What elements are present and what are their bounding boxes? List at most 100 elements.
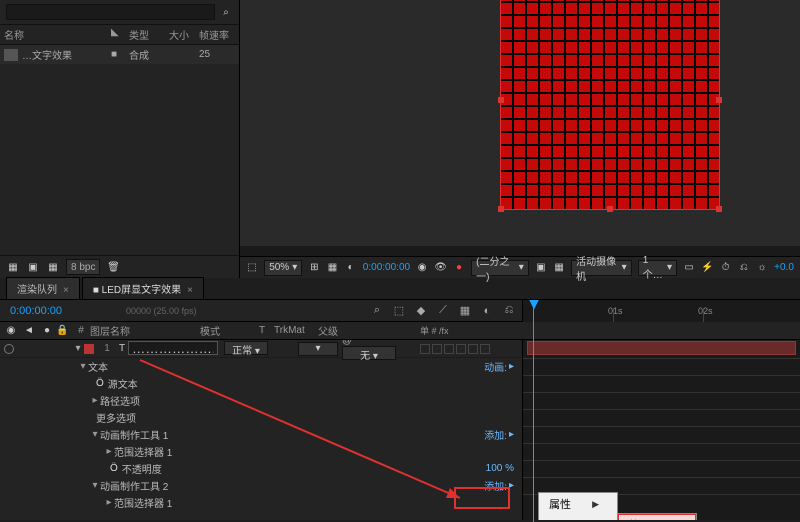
close-icon[interactable]: × — [187, 285, 193, 296]
col-parent[interactable]: 父级 — [318, 323, 378, 338]
show-snapshot-icon[interactable]: 👁 — [434, 261, 447, 275]
twirl-icon[interactable]: ▾ — [90, 429, 100, 440]
timeline-frame-info: 00000 (25.00 fps) — [126, 306, 197, 316]
layer-color-label[interactable] — [84, 344, 94, 354]
lock-column-icon[interactable]: 🔒 — [56, 325, 72, 336]
add-menu-button[interactable]: 添加:▸ — [484, 427, 522, 442]
pixel-aspect-icon[interactable]: ▭ — [683, 261, 695, 275]
time-ruler[interactable]: 01s 02s — [522, 300, 800, 322]
handle-mid-right[interactable] — [716, 97, 722, 103]
prop-opacity[interactable]: 不透明度 — [122, 461, 162, 476]
col-type[interactable]: 类型 — [129, 27, 169, 42]
frame-blend-icon[interactable]: ▦ — [458, 304, 472, 318]
prop-animator-2[interactable]: 动画制作工具 2 — [100, 478, 168, 493]
safe-zones-icon[interactable]: ⊞ — [308, 261, 320, 275]
search-icon[interactable]: ⌕ — [370, 304, 384, 318]
current-time-indicator[interactable] — [529, 300, 539, 310]
twirl-icon[interactable]: ▾ — [72, 343, 84, 354]
blend-mode-dropdown[interactable]: 正常 ▾ — [224, 341, 268, 355]
handle-bot-left[interactable] — [498, 206, 504, 212]
zoom-dropdown[interactable]: 50%▾ — [264, 260, 302, 276]
prop-text-group[interactable]: 文本 — [88, 359, 108, 374]
col-framerate[interactable]: 帧速率 — [199, 27, 235, 42]
add-menu-button-2[interactable]: 添加:▸ — [484, 478, 522, 493]
menu-item-property[interactable]: 属性▶ — [539, 493, 617, 515]
resolution-dropdown[interactable]: (二分之一)▾ — [471, 260, 529, 276]
close-icon[interactable]: × — [63, 285, 69, 296]
motion-blur-icon[interactable]: ◐ — [480, 304, 494, 318]
col-layer-name[interactable]: 图层名称 — [90, 323, 200, 338]
col-index[interactable]: # — [72, 325, 90, 336]
twirl-icon[interactable]: ▸ — [90, 395, 100, 406]
prop-path-options[interactable]: 路径选项 — [100, 393, 140, 408]
roi-icon[interactable]: ▣ — [535, 261, 547, 275]
prop-animator-1[interactable]: 动画制作工具 1 — [100, 427, 168, 442]
solo-column-icon[interactable]: ● — [40, 324, 54, 338]
twirl-icon[interactable]: ▸ — [104, 497, 114, 508]
views-dropdown[interactable]: 1个…▾ — [638, 260, 677, 276]
animate-menu-button[interactable]: 动画:▸ — [484, 359, 522, 374]
shy-icon[interactable]: ⟋ — [436, 304, 450, 318]
layer-duration-bar[interactable] — [527, 341, 796, 355]
bpc-button[interactable]: 8 bpc — [66, 259, 100, 275]
mask-toggle-icon[interactable]: ◐ — [345, 261, 357, 275]
viewer-scrollbar-h[interactable] — [240, 246, 800, 256]
timeline-icon[interactable]: ⏱ — [720, 261, 732, 275]
exposure-value[interactable]: +0.0 — [774, 262, 794, 273]
parent-dropdown[interactable]: 无 ▾ — [342, 346, 396, 360]
col-switches[interactable]: 单 # /fx — [420, 324, 522, 337]
timeline-timecode[interactable]: 0:00:00:00 — [0, 305, 130, 317]
interpret-icon[interactable]: ▦ — [6, 260, 20, 274]
audio-column-icon[interactable]: ◄ — [22, 324, 36, 338]
prop-source-text[interactable]: 源文本 — [108, 376, 138, 391]
layer-index: 1 — [98, 343, 116, 354]
channel-icon[interactable]: ● — [453, 261, 465, 275]
graph-editor-icon[interactable]: ⎌ — [502, 304, 516, 318]
menu-item-selector[interactable]: 选择器▶ — [539, 515, 617, 520]
comp-layer-bounds[interactable] — [500, 0, 720, 210]
video-column-icon[interactable]: ◉ — [4, 324, 18, 338]
twirl-icon[interactable]: ▾ — [90, 480, 100, 491]
col-t[interactable]: T — [250, 325, 274, 336]
comp-icon — [4, 49, 18, 61]
fast-preview-icon[interactable]: ⚡ — [701, 261, 713, 275]
tab-render-queue[interactable]: 渲染队列× — [6, 277, 80, 299]
flowchart-icon[interactable]: ⎌ — [738, 261, 750, 275]
mag-icon[interactable]: ⬚ — [246, 261, 258, 275]
menu-item-range[interactable]: 范围 — [618, 514, 696, 520]
comp-mini-flowchart-icon[interactable]: ⬚ — [392, 304, 406, 318]
visibility-toggle[interactable] — [4, 344, 14, 354]
stopwatch-icon[interactable]: Ö — [110, 463, 118, 474]
handle-mid-left[interactable] — [498, 97, 504, 103]
col-mode[interactable]: 模式 — [200, 323, 250, 338]
col-name[interactable]: 名称 — [4, 27, 111, 42]
handle-bot-right[interactable] — [716, 206, 722, 212]
new-folder-icon[interactable]: ▣ — [26, 260, 40, 274]
prop-range-selector-1b[interactable]: 范围选择器 1 — [114, 495, 172, 510]
col-size[interactable]: 大小 — [169, 27, 199, 42]
draft3d-icon[interactable]: ◆ — [414, 304, 428, 318]
prop-range-selector-1[interactable]: 范围选择器 1 — [114, 444, 172, 459]
project-search-input[interactable] — [6, 4, 215, 20]
prop-more-options[interactable]: 更多选项 — [96, 410, 136, 425]
twirl-icon[interactable]: ▾ — [78, 361, 88, 372]
viewer-canvas[interactable] — [240, 0, 800, 246]
stopwatch-icon[interactable]: Ö — [96, 378, 104, 389]
layer-name-input[interactable] — [128, 341, 218, 355]
twirl-icon[interactable]: ▸ — [104, 446, 114, 457]
camera-dropdown[interactable]: 活动摄像机▾ — [571, 260, 632, 276]
new-comp-icon[interactable]: ▦ — [46, 260, 60, 274]
project-item-row[interactable]: …文字效果 ■ 合成 25 — [0, 45, 239, 64]
viewer-timecode[interactable]: 0:00:00:00 — [363, 262, 410, 273]
tab-composition[interactable]: ■ LED屏显文字效果× — [82, 277, 204, 299]
handle-bot-mid[interactable] — [607, 206, 613, 212]
opacity-value[interactable]: 100 % — [486, 463, 514, 474]
trkmat-dropdown[interactable]: ▾ — [298, 342, 338, 356]
transparency-grid-icon[interactable]: ▦ — [553, 261, 565, 275]
snapshot-icon[interactable]: ◉ — [416, 261, 428, 275]
col-trkmat[interactable]: TrkMat — [274, 325, 318, 336]
reset-exposure-icon[interactable]: ☼ — [756, 261, 768, 275]
grid-icon[interactable]: ▦ — [326, 261, 338, 275]
col-label-icon[interactable]: ◣ — [111, 27, 129, 42]
trash-icon[interactable]: 🗑 — [106, 260, 120, 274]
